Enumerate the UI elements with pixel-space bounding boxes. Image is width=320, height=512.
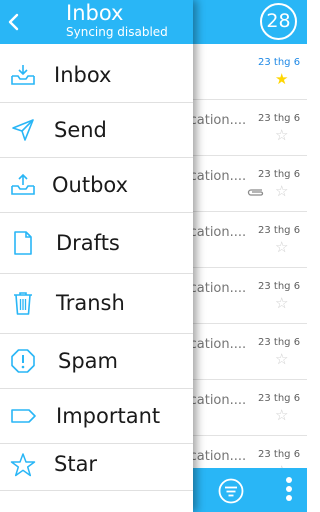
attachment-icon xyxy=(247,189,264,196)
drawer-item-drafts[interactable]: Drafts xyxy=(0,214,193,274)
mail-snippet: ication.... xyxy=(186,449,247,464)
mail-snippet: ication.... xyxy=(186,225,247,240)
drawer-item-label: Important xyxy=(56,404,161,428)
back-arrow-icon[interactable] xyxy=(4,10,24,34)
mail-snippet: ication.... xyxy=(186,169,247,184)
mail-snippet: ication.... xyxy=(186,113,247,128)
drawer-item-label: Outbox xyxy=(52,173,129,197)
tag-icon xyxy=(11,409,36,423)
mail-date: 23 thg 6 xyxy=(258,57,301,68)
more-options-icon[interactable] xyxy=(283,477,295,505)
star-outline-icon[interactable]: ☆ xyxy=(275,407,288,423)
drawer-item-send[interactable]: Send xyxy=(0,103,193,158)
drawer-item-spam[interactable]: Spam xyxy=(0,334,193,389)
drawer-header: Inbox Syncing disabled xyxy=(0,0,193,44)
star-outline-icon[interactable]: ☆ xyxy=(275,127,288,143)
drawer-item-label: Spam xyxy=(58,349,118,373)
inbox-tray-icon xyxy=(11,65,35,85)
drawer-item-label: Send xyxy=(54,118,107,142)
drawer-item-label: Drafts xyxy=(56,231,120,255)
star-icon[interactable]: ★ xyxy=(275,71,288,87)
unread-count-badge[interactable]: 28 xyxy=(260,3,297,40)
navigation-drawer: Inbox Syncing disabled Inbox Send Outbox xyxy=(0,0,193,512)
mail-date: 23 thg 6 xyxy=(258,393,301,404)
drawer-item-important[interactable]: Important xyxy=(0,389,193,444)
mail-date: 23 thg 6 xyxy=(258,281,301,292)
send-icon xyxy=(12,119,34,141)
document-icon xyxy=(14,231,32,255)
star-outline-icon[interactable]: ☆ xyxy=(275,351,288,367)
mail-date: 23 thg 6 xyxy=(258,225,301,236)
sync-status: Syncing disabled xyxy=(66,25,168,39)
drawer-item-label: Inbox xyxy=(54,63,112,87)
drawer-item-inbox[interactable]: Inbox xyxy=(0,48,193,103)
mail-snippet: ication.... xyxy=(186,393,247,408)
octagon-alert-icon xyxy=(11,349,35,373)
drawer-item-label: Transh xyxy=(56,291,125,315)
star-outline-icon[interactable]: ☆ xyxy=(275,183,288,199)
mail-date: 23 thg 6 xyxy=(258,113,301,124)
filter-icon[interactable] xyxy=(218,478,244,504)
drawer-title: Inbox xyxy=(66,1,124,25)
trash-icon xyxy=(14,292,32,315)
mail-snippet: ication.... xyxy=(186,281,247,296)
drawer-item-label: Star xyxy=(54,452,98,476)
outbox-tray-icon xyxy=(11,173,35,195)
mail-snippet: ication.... xyxy=(186,337,247,352)
mail-date: 23 thg 6 xyxy=(258,449,301,460)
mail-date: 23 thg 6 xyxy=(258,169,301,180)
bottom-action-bar xyxy=(193,468,307,512)
drawer-item-star[interactable]: Star xyxy=(0,444,193,491)
drawer-item-outbox[interactable]: Outbox xyxy=(0,158,193,213)
mail-date: 23 thg 6 xyxy=(258,337,301,348)
star-outline-icon[interactable]: ☆ xyxy=(275,295,288,311)
star-icon xyxy=(10,453,36,477)
star-outline-icon[interactable]: ☆ xyxy=(275,239,288,255)
drawer-item-trash[interactable]: Transh xyxy=(0,274,193,334)
